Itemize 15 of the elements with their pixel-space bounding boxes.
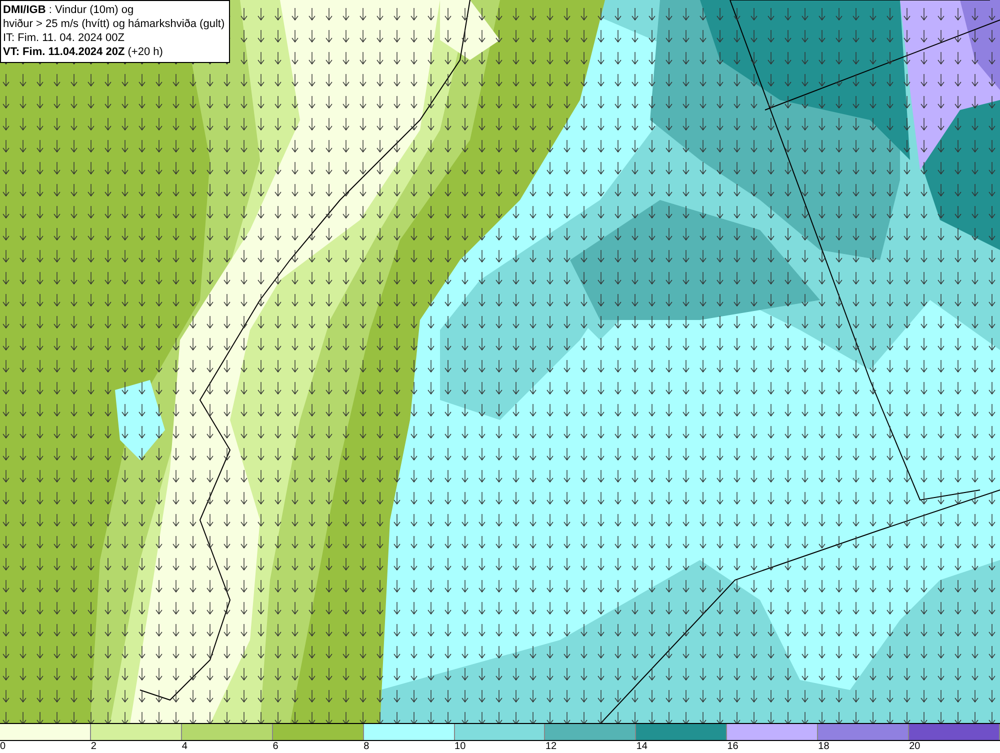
legend-label: 4 (182, 741, 188, 753)
legend-label: 18 (818, 741, 830, 753)
legend-label: 0 (0, 741, 6, 753)
title-line: DMI/IGB : Vindur (10m) og (3, 3, 135, 17)
title-line: IT: Fim. 11. 04. 2024 00Z (3, 31, 126, 45)
legend-label: 6 (272, 741, 278, 753)
title-line: VT: Fim. 11.04.2024 20Z (+20 h) (3, 45, 164, 59)
legend-label: 16 (727, 741, 738, 753)
legend-label: 2 (90, 741, 96, 753)
legend-label: 12 (545, 741, 557, 753)
legend-label: 10 (454, 741, 466, 753)
legend-label: 8 (364, 741, 370, 753)
title-line: hviður > 25 m/s (hvítt) og hámarkshviða (gult) (3, 17, 225, 31)
legend-label: 14 (636, 741, 648, 753)
legend-label: 20 (909, 741, 920, 753)
